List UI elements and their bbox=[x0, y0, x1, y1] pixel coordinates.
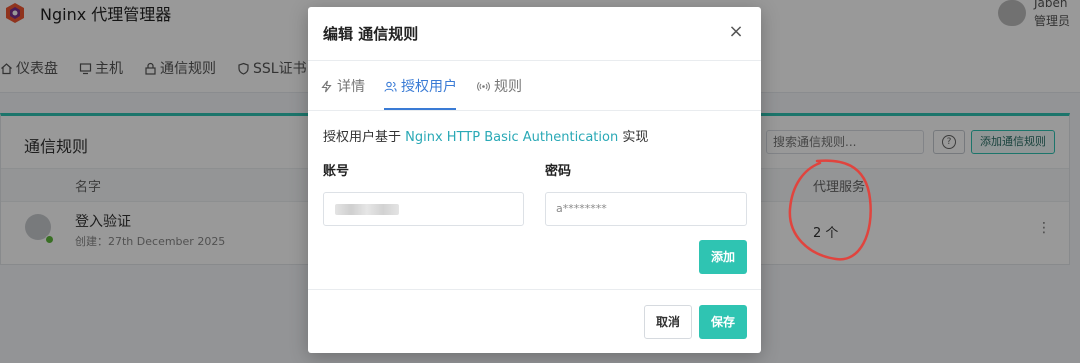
password-field[interactable]: a******** bbox=[545, 192, 747, 226]
tab-rules[interactable]: 规则 bbox=[477, 76, 522, 96]
tab-label: 规则 bbox=[494, 79, 522, 95]
tab-label: 详情 bbox=[337, 79, 365, 95]
redacted-username bbox=[335, 204, 399, 215]
broadcast-icon bbox=[477, 81, 490, 91]
edit-access-rule-dialog: 编辑 通信规则 × 详情 授权用户 规则 授权用户基于 Nginx HTTP B… bbox=[308, 7, 761, 353]
bolt-icon bbox=[321, 80, 332, 92]
desc-prefix: 授权用户基于 bbox=[323, 130, 402, 145]
users-icon bbox=[384, 81, 397, 92]
annotation-circle bbox=[788, 159, 872, 261]
dialog-title: 编辑 通信规则 bbox=[323, 25, 419, 43]
username-label: 账号 bbox=[323, 164, 350, 179]
basic-auth-link[interactable]: Nginx HTTP Basic Authentication bbox=[405, 130, 618, 145]
cancel-button[interactable]: 取消 bbox=[644, 305, 692, 339]
tab-authorized-users[interactable]: 授权用户 bbox=[384, 76, 457, 96]
dialog-footer-divider bbox=[308, 289, 761, 290]
dialog-tabs: 详情 授权用户 规则 bbox=[308, 60, 761, 111]
add-user-button[interactable]: 添加 bbox=[699, 240, 747, 274]
tab-label: 授权用户 bbox=[401, 79, 457, 95]
auth-description: 授权用户基于 Nginx HTTP Basic Authentication 实… bbox=[323, 126, 648, 145]
active-tab-indicator bbox=[384, 108, 456, 110]
save-button[interactable]: 保存 bbox=[699, 305, 747, 339]
username-field[interactable] bbox=[323, 192, 524, 226]
desc-suffix: 实现 bbox=[622, 130, 649, 145]
close-icon[interactable]: × bbox=[726, 21, 746, 42]
password-label: 密码 bbox=[545, 164, 572, 179]
tab-details[interactable]: 详情 bbox=[320, 76, 365, 96]
